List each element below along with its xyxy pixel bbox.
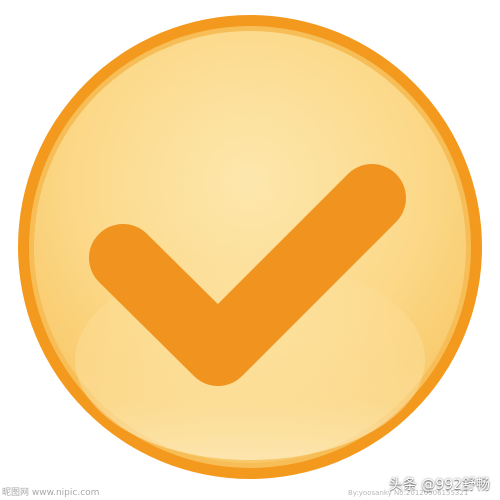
checkmark-badge-icon: [18, 15, 482, 479]
watermark-left: 昵图网 www.nipic.com: [2, 488, 100, 498]
watermark-right: 头条 @992舒畅: [388, 477, 490, 493]
image-canvas: 昵图网 www.nipic.com By:yoosanky No:2012050…: [0, 0, 500, 500]
